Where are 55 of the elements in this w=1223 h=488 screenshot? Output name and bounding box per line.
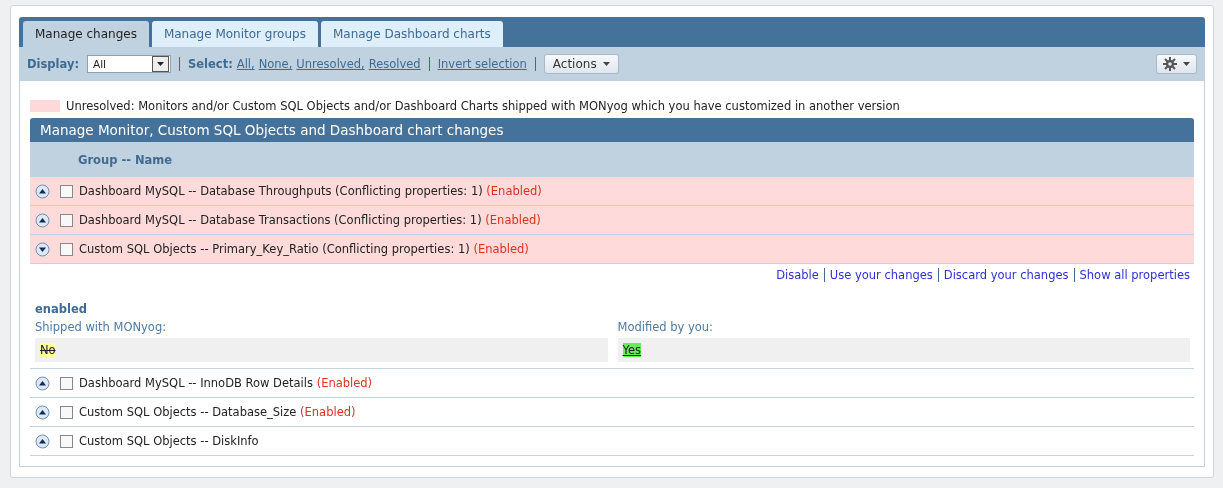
- modified-label: Modified by you:: [617, 320, 714, 334]
- row-name: Dashboard MySQL -- InnoDB Row Details: [79, 376, 313, 390]
- display-select[interactable]: All: [87, 55, 171, 73]
- shipped-value: No: [40, 343, 56, 357]
- caret-icon: [1183, 62, 1190, 66]
- row-name: Custom SQL Objects -- DiskInfo: [79, 434, 259, 448]
- column-header: Group -- Name: [30, 142, 1194, 177]
- select-link[interactable]: None,: [258, 57, 293, 71]
- legend-text: Unresolved: Monitors and/or Custom SQL Objects and/or Dashboard Charts shipped with MONyog which you have customized in another version: [66, 99, 900, 113]
- expand-icon[interactable]: [35, 241, 50, 257]
- shipped-label: Shipped with MONyog:: [35, 320, 168, 334]
- row-name: Dashboard MySQL -- Database Transactions (Conflicting properties: 1): [79, 213, 482, 227]
- select-link[interactable]: All,: [236, 57, 255, 71]
- row-name: Custom SQL Objects -- Primary_Key_Ratio (Conflicting properties: 1): [79, 242, 470, 256]
- action-link[interactable]: Use your changes: [829, 268, 933, 282]
- status-text: (Enabled): [485, 213, 541, 227]
- checkbox[interactable]: [60, 242, 73, 256]
- collapse-icon[interactable]: [35, 212, 50, 228]
- action-link[interactable]: Disable: [776, 268, 819, 282]
- status-text: (Enabled): [486, 184, 542, 198]
- status-text: (Enabled): [316, 376, 373, 390]
- checkbox[interactable]: [60, 434, 73, 448]
- status-text: (Enabled): [300, 405, 356, 419]
- status-text: (Enabled): [473, 242, 529, 256]
- actions-button[interactable]: Actions: [543, 54, 619, 74]
- tab[interactable]: Manage changes: [23, 21, 149, 47]
- tab[interactable]: Manage Monitor groups: [151, 21, 318, 47]
- action-link[interactable]: Discard your changes: [943, 268, 1069, 282]
- table-row[interactable]: Dashboard MySQL -- Database Throughputs (Conflicting properties: 1) (Enabled): [30, 177, 1194, 206]
- checkbox[interactable]: [60, 376, 73, 390]
- collapse-icon[interactable]: [35, 375, 50, 391]
- legend-swatch: [30, 100, 60, 112]
- checkbox[interactable]: [60, 184, 73, 198]
- checkbox[interactable]: [60, 213, 73, 227]
- collapse-icon[interactable]: [35, 183, 50, 199]
- row-name: Dashboard MySQL -- Database Throughputs (Conflicting properties: 1): [79, 184, 483, 198]
- checkbox[interactable]: [60, 405, 73, 419]
- action-link[interactable]: Show all properties: [1079, 268, 1190, 282]
- row-name: Custom SQL Objects -- Database_Size: [79, 405, 297, 419]
- display-label: Display:: [27, 57, 79, 71]
- caret-icon: [602, 62, 610, 66]
- property-name: enabled: [35, 302, 88, 316]
- settings-button[interactable]: [1156, 54, 1197, 74]
- settings-icon: [1163, 57, 1177, 71]
- tab[interactable]: Manage Dashboard charts: [320, 21, 503, 47]
- collapse-icon[interactable]: [35, 404, 50, 420]
- caret-icon: [157, 62, 164, 66]
- select-link[interactable]: Unresolved,: [296, 57, 365, 71]
- table-row[interactable]: Custom SQL Objects -- Primary_Key_Ratio (Conflicting properties: 1) (Enabled): [30, 235, 1194, 264]
- table-title: Manage Monitor, Custom SQL Objects and Dashboard chart changes: [30, 118, 1194, 142]
- table-row[interactable]: Dashboard MySQL -- Database Transactions (Conflicting properties: 1) (Enabled): [30, 206, 1194, 235]
- select-link[interactable]: Resolved: [368, 57, 421, 71]
- invert-selection-link[interactable]: Invert selection: [437, 57, 527, 71]
- select-label: Select:: [188, 57, 233, 71]
- collapse-icon[interactable]: [35, 433, 50, 449]
